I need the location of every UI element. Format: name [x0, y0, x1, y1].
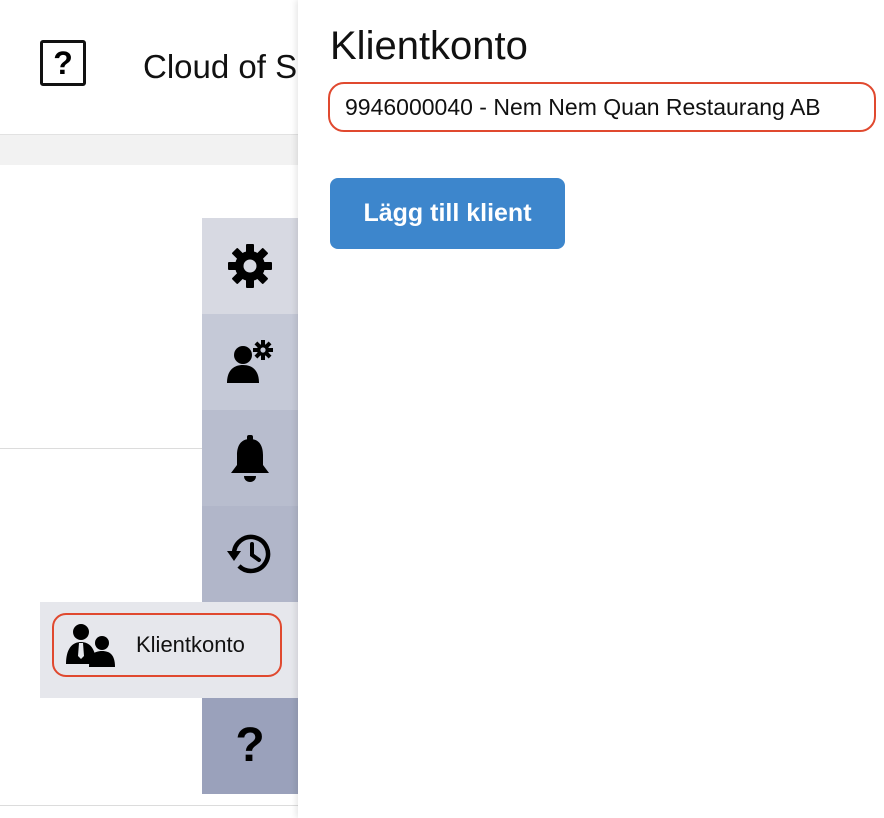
rail-item-help[interactable]: ? [202, 698, 298, 794]
history-icon [227, 534, 271, 574]
divider [0, 805, 300, 806]
client-account-highlight[interactable]: Klientkonto [52, 613, 282, 677]
gear-icon [228, 244, 272, 288]
help-glyph: ? [53, 45, 73, 81]
client-account-panel: Klientkonto 9946000040 - Nem Nem Quan Re… [298, 0, 884, 818]
user-gear-icon [227, 340, 273, 383]
users-icon [66, 624, 115, 667]
rail-item-client-account[interactable]: Klientkonto [40, 602, 298, 698]
rail-item-notifications[interactable] [202, 410, 298, 506]
rail-item-history[interactable] [202, 506, 298, 602]
client-account-label: Klientkonto [136, 632, 245, 657]
help-icon[interactable]: ? [40, 40, 86, 86]
question-icon: ? [235, 719, 265, 772]
current-client[interactable]: 9946000040 - Nem Nem Quan Restaurang AB [328, 82, 876, 132]
app-title: Cloud of S [143, 48, 298, 85]
rail-item-settings[interactable] [202, 218, 298, 314]
add-client-button[interactable]: Lägg till klient [330, 178, 565, 249]
rail-item-user-settings[interactable] [202, 314, 298, 410]
panel-title: Klientkonto [330, 24, 528, 68]
bell-icon [231, 435, 269, 482]
side-rail: ? [202, 218, 298, 794]
